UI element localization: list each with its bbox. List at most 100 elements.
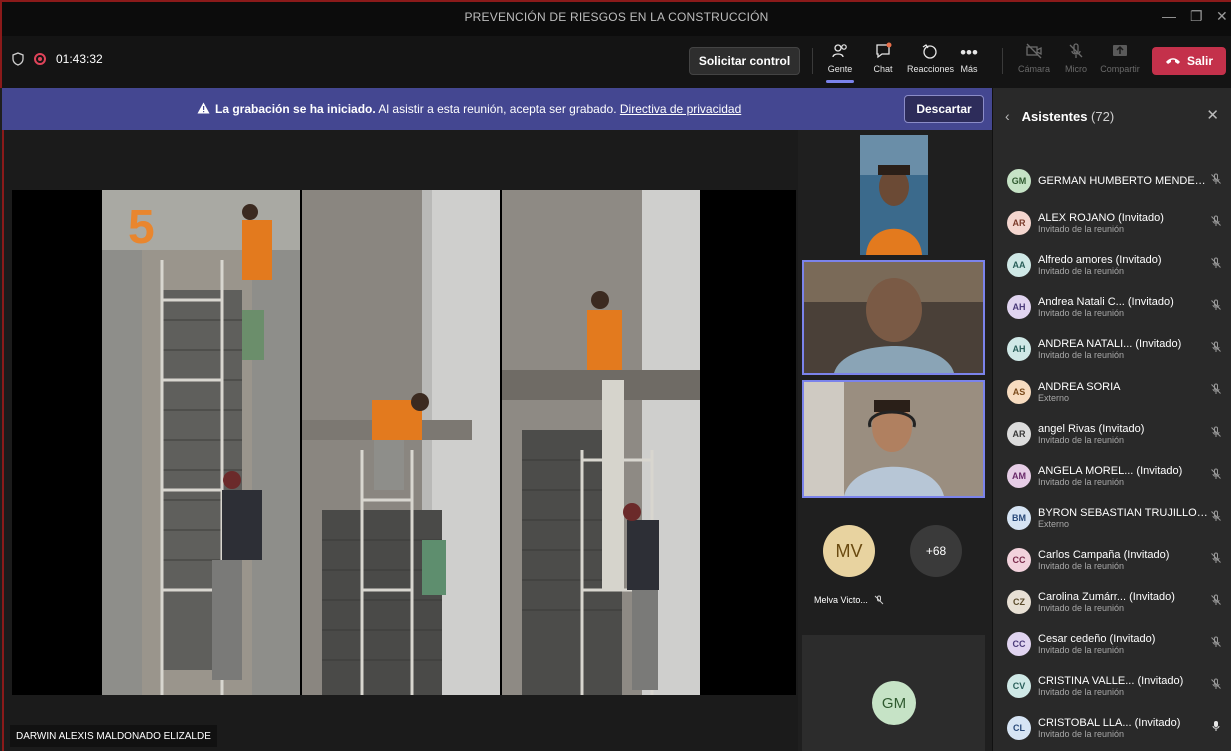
attendee-row[interactable]: AA Alfredo amores (Invitado) Invitado de l… <box>993 244 1231 286</box>
attendee-row[interactable]: CL CRISTOBAL LLA... (Invitado) Invitado de… <box>993 707 1231 749</box>
mic-button[interactable]: Micro <box>1054 42 1098 74</box>
attendee-role: Externo <box>1038 518 1070 529</box>
slide-number: 5 <box>128 201 155 254</box>
attendee-info: Carolina Zumárr... (Invitado) Invitado de… <box>1038 591 1208 613</box>
attendee-row[interactable]: CC Cesar cedeño (Invitado) Invitado de la … <box>993 623 1231 665</box>
share-label: Compartir <box>1100 64 1140 74</box>
attendee-row[interactable]: AH ANDREA NATALI... (Invitado) Invitado de… <box>993 328 1231 370</box>
attendee-info: GERMAN HUMBERTO MENDEZ ... <box>1038 175 1208 187</box>
attendee-name: CRISTOBAL LLA... (Invitado) <box>1038 717 1181 730</box>
attendee-name: ALEX ROJANO (Invitado) <box>1038 212 1164 225</box>
attendee-name: Alfredo amores (Invitado) <box>1038 254 1162 267</box>
attendee-info: ALEX ROJANO (Invitado) Invitado de la reu… <box>1038 212 1208 234</box>
participant-mv-name: Melva Victo... <box>814 595 868 605</box>
chat-label: Chat <box>873 64 893 74</box>
reactions-button[interactable]: Reacciones <box>907 42 954 74</box>
recording-icon <box>34 53 46 65</box>
attendee-row[interactable]: BM BYRON SEBASTIAN TRUJILLO M... Externo <box>993 497 1231 539</box>
mic-off-icon <box>1210 299 1222 314</box>
construction-photo-3 <box>502 190 700 695</box>
attendee-role: Invitado de la reunión <box>1038 560 1125 571</box>
window-titlebar: PREVENCIÓN DE RIESGOS EN LA CONSTRUCCIÓN… <box>0 0 1231 36</box>
mic-off-icon <box>1210 383 1222 398</box>
recording-message: La grabación se ha iniciado. Al asistir … <box>197 102 741 116</box>
attendee-name: ANDREA SORIA <box>1038 380 1121 393</box>
people-button[interactable]: Gente <box>818 42 862 83</box>
attendee-role: Externo <box>1038 392 1070 403</box>
attendee-name: GERMAN HUMBERTO MENDEZ ... <box>1038 175 1208 188</box>
video-tile-gm[interactable]: GM <box>802 635 985 751</box>
mic-off-icon <box>1210 678 1222 693</box>
mic-off-icon <box>1210 636 1222 651</box>
attendee-name: Carlos Campaña (Invitado) <box>1038 548 1170 561</box>
mic-off-icon <box>1210 594 1222 609</box>
attendee-avatar: AH <box>1007 337 1031 362</box>
construction-photo-1: 5 <box>102 190 300 695</box>
chat-button[interactable]: Chat <box>861 42 905 74</box>
attendee-name: ANGELA MOREL... (Invitado) <box>1038 464 1183 477</box>
attendee-info: CRISTINA VALLE... (Invitado) Invitado de … <box>1038 675 1208 697</box>
attendee-row[interactable]: AR ALEX ROJANO (Invitado) Invitado de la r… <box>993 202 1231 244</box>
attendee-list: GM GERMAN HUMBERTO MENDEZ ... AR ALEX ROJAN… <box>993 160 1231 749</box>
privacy-policy-link[interactable]: Directiva de privacidad <box>620 102 741 116</box>
close-window-icon[interactable]: ✕ <box>1216 8 1228 25</box>
attendee-avatar: AS <box>1007 379 1031 404</box>
reactions-icon <box>907 42 951 64</box>
attendee-avatar: CC <box>1007 632 1031 657</box>
close-icon[interactable]: ✕ <box>1206 106 1219 124</box>
mic-off-icon <box>1210 510 1222 525</box>
more-participants-badge[interactable]: +68 <box>910 525 962 577</box>
more-label: Más <box>960 64 978 74</box>
attendee-avatar: CL <box>1007 716 1031 741</box>
shared-content-stage: 5 DARWIN ALEXIS MALDONADO ELIZALDE <box>2 130 798 751</box>
shield-icon[interactable] <box>12 52 24 66</box>
attendee-info: Cesar cedeño (Invitado) Invitado de la re… <box>1038 633 1208 655</box>
mic-off-icon <box>874 595 884 605</box>
dismiss-button[interactable]: Descartar <box>904 95 984 123</box>
camera-button[interactable]: Cámara <box>1012 42 1056 74</box>
attendee-avatar: AA <box>1007 253 1031 278</box>
attendee-role: Invitado de la reunión <box>1038 308 1125 319</box>
avatar-gm: GM <box>872 681 916 725</box>
attendee-row[interactable]: AS ANDREA SORIA Externo <box>993 370 1231 412</box>
attendee-row[interactable]: GM GERMAN HUMBERTO MENDEZ ... <box>993 160 1231 202</box>
attendee-name: Andrea Natali C... (Invitado) <box>1038 296 1174 309</box>
camera-label: Cámara <box>1017 64 1050 74</box>
presenter-name: DARWIN ALEXIS MALDONADO ELIZALDE <box>10 725 217 747</box>
maximize-icon[interactable]: ❐ <box>1190 8 1203 25</box>
back-icon[interactable]: ‹ <box>1005 108 1010 124</box>
request-control-button[interactable]: Solicitar control <box>689 47 800 75</box>
attendee-row[interactable]: AM ANGELA MOREL... (Invitado) Invitado de … <box>993 455 1231 497</box>
attendee-avatar: BM <box>1007 505 1031 530</box>
share-button[interactable]: Compartir <box>1098 42 1142 74</box>
mic-off-icon <box>1210 552 1222 567</box>
avatar-mv[interactable]: MV <box>823 525 875 577</box>
mic-off-icon <box>1210 257 1222 272</box>
window-title: PREVENCIÓN DE RIESGOS EN LA CONSTRUCCIÓN <box>464 10 769 24</box>
attendee-role: Invitado de la reunión <box>1038 266 1125 277</box>
mic-off-icon <box>1210 426 1222 441</box>
attendee-row[interactable]: AH Andrea Natali C... (Invitado) Invitado … <box>993 286 1231 328</box>
more-button[interactable]: ••• Más <box>947 42 991 74</box>
attendee-row[interactable]: CZ Carolina Zumárr... (Invitado) Invitado … <box>993 581 1231 623</box>
attendee-role: Invitado de la reunión <box>1038 224 1125 235</box>
attendee-role: Invitado de la reunión <box>1038 350 1125 361</box>
people-icon <box>818 42 862 64</box>
attendees-panel: ‹ Asistentes (72) ✕ GM GERMAN HUMBERTO ME… <box>992 88 1231 751</box>
video-tile-2[interactable] <box>802 260 985 375</box>
attendee-info: angel Rivas (Invitado) Invitado de la reu… <box>1038 423 1208 445</box>
attendee-row[interactable]: CV CRISTINA VALLE... (Invitado) Invitado d… <box>993 665 1231 707</box>
attendee-row[interactable]: CC Carlos Campaña (Invitado) Invitado de l… <box>993 539 1231 581</box>
video-tile-3[interactable] <box>802 380 985 498</box>
attendee-name: Carolina Zumárr... (Invitado) <box>1038 590 1175 603</box>
attendee-avatar: AH <box>1007 295 1031 320</box>
minimize-icon[interactable]: — <box>1162 8 1176 24</box>
video-tile-1[interactable] <box>860 135 928 255</box>
attendees-header: ‹ Asistentes (72) ✕ <box>993 88 1231 144</box>
toolbar-divider <box>812 48 813 74</box>
leave-button[interactable]: Salir <box>1152 47 1226 75</box>
attendee-row[interactable]: AR angel Rivas (Invitado) Invitado de la r… <box>993 413 1231 455</box>
attendee-role: Invitado de la reunión <box>1038 602 1125 613</box>
meeting-toolbar: 01:43:32 Solicitar control Gente Chat Re… <box>0 36 1231 88</box>
attendee-role: Invitado de la reunión <box>1038 476 1125 487</box>
